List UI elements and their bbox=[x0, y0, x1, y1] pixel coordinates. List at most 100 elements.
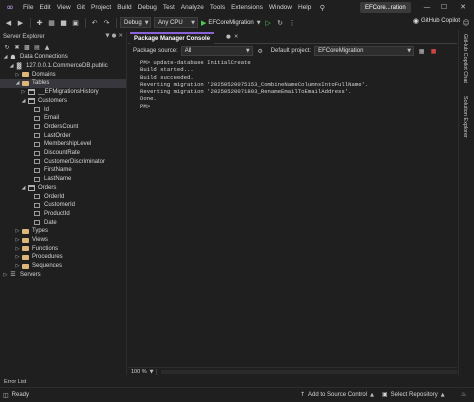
close-icon[interactable]: ✕ bbox=[234, 34, 239, 40]
collapsed-arrow-icon[interactable]: ▷ bbox=[14, 246, 21, 252]
menu-build[interactable]: Build bbox=[114, 4, 134, 11]
menu-extensions[interactable]: Extensions bbox=[228, 4, 266, 11]
tree-item[interactable]: CustomerDiscriminator bbox=[0, 157, 126, 166]
tree-item[interactable]: ◢ ☗ Data Connections bbox=[0, 53, 126, 62]
collapsed-arrow-icon[interactable]: ▷ bbox=[14, 228, 21, 234]
tab-solution-explorer[interactable]: Solution Explorer bbox=[462, 96, 468, 138]
tree-item[interactable]: ▷ Functions bbox=[0, 244, 126, 253]
horizontal-scrollbar[interactable] bbox=[161, 369, 457, 374]
toolbar-separator bbox=[85, 17, 86, 28]
menu-git[interactable]: Git bbox=[74, 4, 88, 11]
notifications-bell-icon[interactable]: ♨ bbox=[461, 391, 466, 398]
collapsed-arrow-icon[interactable]: ▷ bbox=[14, 72, 21, 78]
collapsed-arrow-icon[interactable]: ▷ bbox=[14, 237, 21, 243]
stop-icon[interactable]: ✖ bbox=[13, 43, 21, 51]
stop-command-icon[interactable]: ■ bbox=[429, 47, 438, 56]
menu-help[interactable]: Help bbox=[295, 4, 314, 11]
add-to-source-control-button[interactable]: ↑ Add to Source Control ▲ bbox=[300, 391, 374, 398]
new-item-icon[interactable]: ✚ bbox=[34, 17, 45, 28]
tree-item[interactable]: ◢ ▓ 127.0.0.1.CommerceDB.public bbox=[0, 62, 126, 71]
tree-item[interactable]: DiscountRate bbox=[0, 149, 126, 158]
save-icon[interactable]: ■ bbox=[58, 17, 69, 28]
maximize-icon[interactable]: ☐ bbox=[437, 1, 451, 13]
tree-item[interactable]: ◢ Orders bbox=[0, 184, 126, 193]
collapsed-arrow-icon[interactable]: ▷ bbox=[14, 263, 21, 269]
tree-item[interactable]: ◢ Customers bbox=[0, 97, 126, 106]
minimize-icon[interactable]: — bbox=[420, 1, 434, 13]
configuration-dropdown[interactable]: Debug ▼ bbox=[120, 17, 151, 28]
save-all-icon[interactable]: ▣ bbox=[70, 17, 81, 28]
tree-item[interactable]: ▷ Domains bbox=[0, 70, 126, 79]
zoom-dropdown[interactable]: 100 % ▼ bbox=[128, 368, 158, 375]
chevron-down-icon[interactable]: ▼ bbox=[105, 33, 109, 39]
tree-item[interactable]: ▷ Types bbox=[0, 227, 126, 236]
collapsed-arrow-icon[interactable]: ▷ bbox=[2, 272, 9, 278]
pin-icon[interactable]: ● bbox=[112, 33, 117, 39]
tree-item[interactable]: ▷ Procedures bbox=[0, 253, 126, 262]
tree-item[interactable]: OrderId bbox=[0, 192, 126, 201]
redo-icon[interactable]: ↷ bbox=[101, 17, 112, 28]
tab-github-copilot-chat[interactable]: GitHub Copilot Chat bbox=[462, 34, 468, 83]
menu-edit[interactable]: Edit bbox=[36, 4, 53, 11]
menu-window[interactable]: Window bbox=[266, 4, 295, 11]
tree-item[interactable]: OrdersCount bbox=[0, 123, 126, 132]
connect-server-icon[interactable]: ▤ bbox=[33, 43, 41, 51]
menu-project[interactable]: Project bbox=[88, 4, 114, 11]
tab-package-manager-console[interactable]: Package Manager Console bbox=[130, 32, 215, 44]
close-icon[interactable]: ✕ bbox=[118, 33, 123, 39]
package-source-dropdown[interactable]: All ▼ bbox=[180, 46, 253, 56]
tree-item[interactable]: ▷ Views bbox=[0, 236, 126, 245]
menu-analyze[interactable]: Analyze bbox=[178, 4, 207, 11]
tree-item[interactable]: LastOrder bbox=[0, 131, 126, 140]
tree-item[interactable]: Date bbox=[0, 218, 126, 227]
undo-icon[interactable]: ↶ bbox=[89, 17, 100, 28]
expanded-arrow-icon[interactable]: ◢ bbox=[20, 185, 27, 191]
tree-item[interactable]: ◢ Tables bbox=[0, 79, 126, 88]
collapsed-arrow-icon[interactable]: ▷ bbox=[14, 254, 21, 260]
expanded-arrow-icon[interactable]: ◢ bbox=[8, 63, 15, 69]
connect-database-icon[interactable]: ▩ bbox=[23, 43, 31, 51]
expanded-arrow-icon[interactable]: ◢ bbox=[20, 98, 27, 104]
console-output[interactable]: PM> update-database InitialCreate Build … bbox=[128, 57, 457, 367]
tree-item[interactable]: ▷ ☰ Servers bbox=[0, 271, 126, 280]
tree-item[interactable]: MembershipLevel bbox=[0, 140, 126, 149]
tab-error-list[interactable]: Error List bbox=[0, 377, 26, 386]
hot-reload-icon[interactable]: ↻ bbox=[275, 17, 286, 28]
search-icon[interactable]: ⚲ bbox=[317, 3, 327, 13]
expanded-arrow-icon[interactable]: ◢ bbox=[2, 54, 9, 60]
menu-tools[interactable]: Tools bbox=[207, 4, 228, 11]
tree-item[interactable]: ▷ __EFMigrationsHistory bbox=[0, 88, 126, 97]
tree-item[interactable]: ProductId bbox=[0, 210, 126, 219]
open-folder-icon[interactable]: ▦ bbox=[46, 17, 57, 28]
default-project-dropdown[interactable]: EFCoreMigration ▼ bbox=[314, 46, 415, 56]
pin-icon[interactable]: ● bbox=[226, 34, 231, 40]
expanded-arrow-icon[interactable]: ◢ bbox=[14, 80, 21, 86]
feedback-icon[interactable]: ☺ bbox=[461, 17, 471, 28]
tree-item[interactable]: FirstName bbox=[0, 166, 126, 175]
github-copilot-button[interactable]: ◉ GitHub Copilot bbox=[413, 17, 460, 25]
refresh-icon[interactable]: ↻ bbox=[3, 43, 11, 51]
toolbar-overflow-icon[interactable]: ⋮ bbox=[287, 17, 298, 28]
solution-name-badge[interactable]: EFCore...ration bbox=[360, 2, 411, 13]
platform-dropdown[interactable]: Any CPU ▼ bbox=[154, 17, 198, 28]
collapsed-arrow-icon[interactable]: ▷ bbox=[20, 89, 27, 95]
select-repository-button[interactable]: ▣ Select Repository ▲ bbox=[382, 391, 445, 398]
start-debugging-button[interactable]: ▶ EFCoreMigration ▼ bbox=[201, 19, 261, 27]
menu-view[interactable]: View bbox=[54, 4, 74, 11]
menu-test[interactable]: Test bbox=[160, 4, 178, 11]
forward-icon[interactable]: ▶ bbox=[15, 17, 26, 28]
menu-file[interactable]: File bbox=[20, 4, 36, 11]
start-without-debugging-icon[interactable]: ▷ bbox=[263, 17, 274, 28]
tree-item[interactable]: ▷ Sequences bbox=[0, 262, 126, 271]
tree-item[interactable]: CustomerId bbox=[0, 201, 126, 210]
tree-item[interactable]: Email bbox=[0, 114, 126, 123]
close-icon[interactable]: ✕ bbox=[456, 1, 470, 13]
default-project-value: EFCoreMigration bbox=[318, 48, 364, 54]
clear-console-icon[interactable]: ▦ bbox=[417, 47, 426, 56]
tree-item[interactable]: LastName bbox=[0, 175, 126, 184]
settings-gear-icon[interactable]: ⚙ bbox=[256, 47, 265, 56]
back-icon[interactable]: ◀ bbox=[3, 17, 14, 28]
azure-icon[interactable]: ▲ bbox=[43, 43, 51, 51]
menu-debug[interactable]: Debug bbox=[135, 4, 160, 11]
tree-item[interactable]: Id bbox=[0, 105, 126, 114]
